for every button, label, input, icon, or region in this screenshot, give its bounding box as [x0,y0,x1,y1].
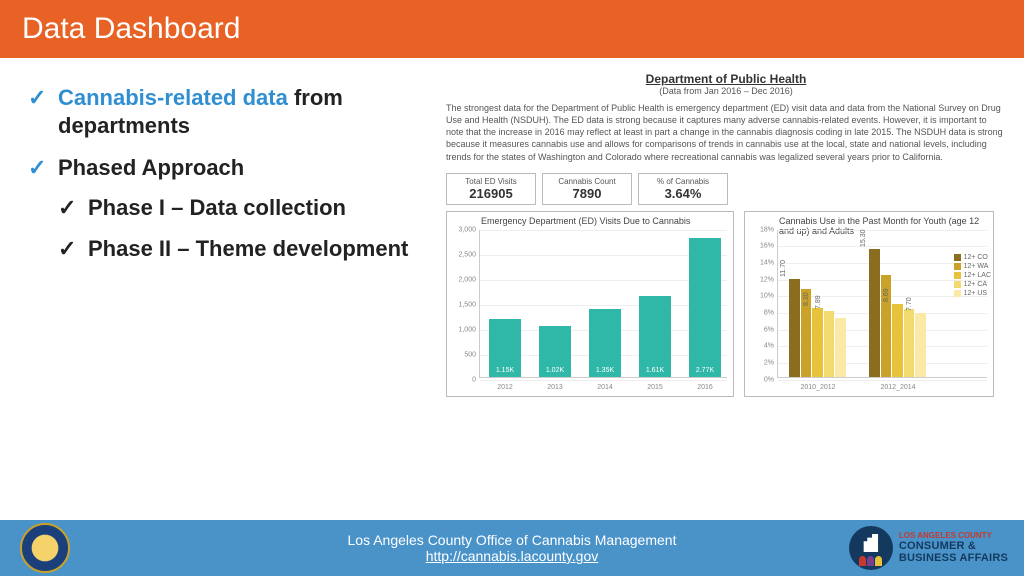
slide-body: Cannabis-related data from departments P… [0,58,1024,520]
stat-label: Cannabis Count [553,177,621,186]
bullet-2: Phased Approach Phase I – Data collectio… [28,154,430,262]
bullet-1: Cannabis-related data from departments [28,84,430,140]
bullet-1-highlight: Cannabis-related data [58,85,288,110]
stat-value: 3.64% [649,186,717,201]
bullet-2a: Phase I – Data collection [58,194,430,222]
footer-org: Los Angeles County Office of Cannabis Ma… [348,532,677,548]
stat-card: Cannabis Count 7890 [542,173,632,205]
chart-ed-visits: Emergency Department (ED) Visits Due to … [446,211,734,397]
stat-card: Total ED Visits 216905 [446,173,536,205]
stat-value: 7890 [553,186,621,201]
bullet-2-text: Phased Approach [58,155,244,180]
chart-cannabis-use: Cannabis Use in the Past Month for Youth… [744,211,994,397]
chart-legend: 12+ CO12+ WA12+ LAC12+ CA12+ US [954,254,991,299]
chart-plot: 05001,0001,5002,0002,5003,0001.15K20121.… [479,230,727,378]
stat-row: Total ED Visits 216905 Cannabis Count 78… [446,173,1006,205]
page-title: Data Dashboard [22,12,240,46]
footer: Los Angeles County Office of Cannabis Ma… [0,520,1024,576]
dcba-l2: BUSINESS AFFAIRS [899,552,1008,564]
footer-link[interactable]: http://cannabis.lacounty.gov [426,548,599,564]
dph-subtitle: (Data from Jan 2016 – Dec 2016) [446,86,1006,96]
stat-card: % of Cannabis 3.64% [638,173,728,205]
footer-center: Los Angeles County Office of Cannabis Ma… [348,532,677,564]
dcba-text: LOS ANGELES COUNTY CONSUMER & BUSINESS A… [899,532,1008,565]
dcba-logo-icon [849,526,893,570]
bullet-2b: Phase II – Theme development [58,235,430,263]
dashboard-panel: Department of Public Health (Data from J… [440,58,1024,520]
bullet-panel: Cannabis-related data from departments P… [0,58,440,520]
dcba-l1: CONSUMER & [899,540,1008,552]
dph-paragraph: The strongest data for the Department of… [446,102,1006,163]
chart-title: Emergency Department (ED) Visits Due to … [453,216,727,228]
dcba-top: LOS ANGELES COUNTY [899,532,1008,541]
title-bar: Data Dashboard [0,0,1024,58]
chart-row: Emergency Department (ED) Visits Due to … [446,211,1006,397]
stat-value: 216905 [457,186,525,201]
dcba-badge: LOS ANGELES COUNTY CONSUMER & BUSINESS A… [849,526,1008,570]
dph-title: Department of Public Health [446,72,1006,86]
stat-label: % of Cannabis [649,177,717,186]
la-county-seal-icon [20,523,70,573]
stat-label: Total ED Visits [457,177,525,186]
chart-plot: 0%2%4%6%8%10%12%14%16%18%11.708.307.8920… [777,230,987,378]
